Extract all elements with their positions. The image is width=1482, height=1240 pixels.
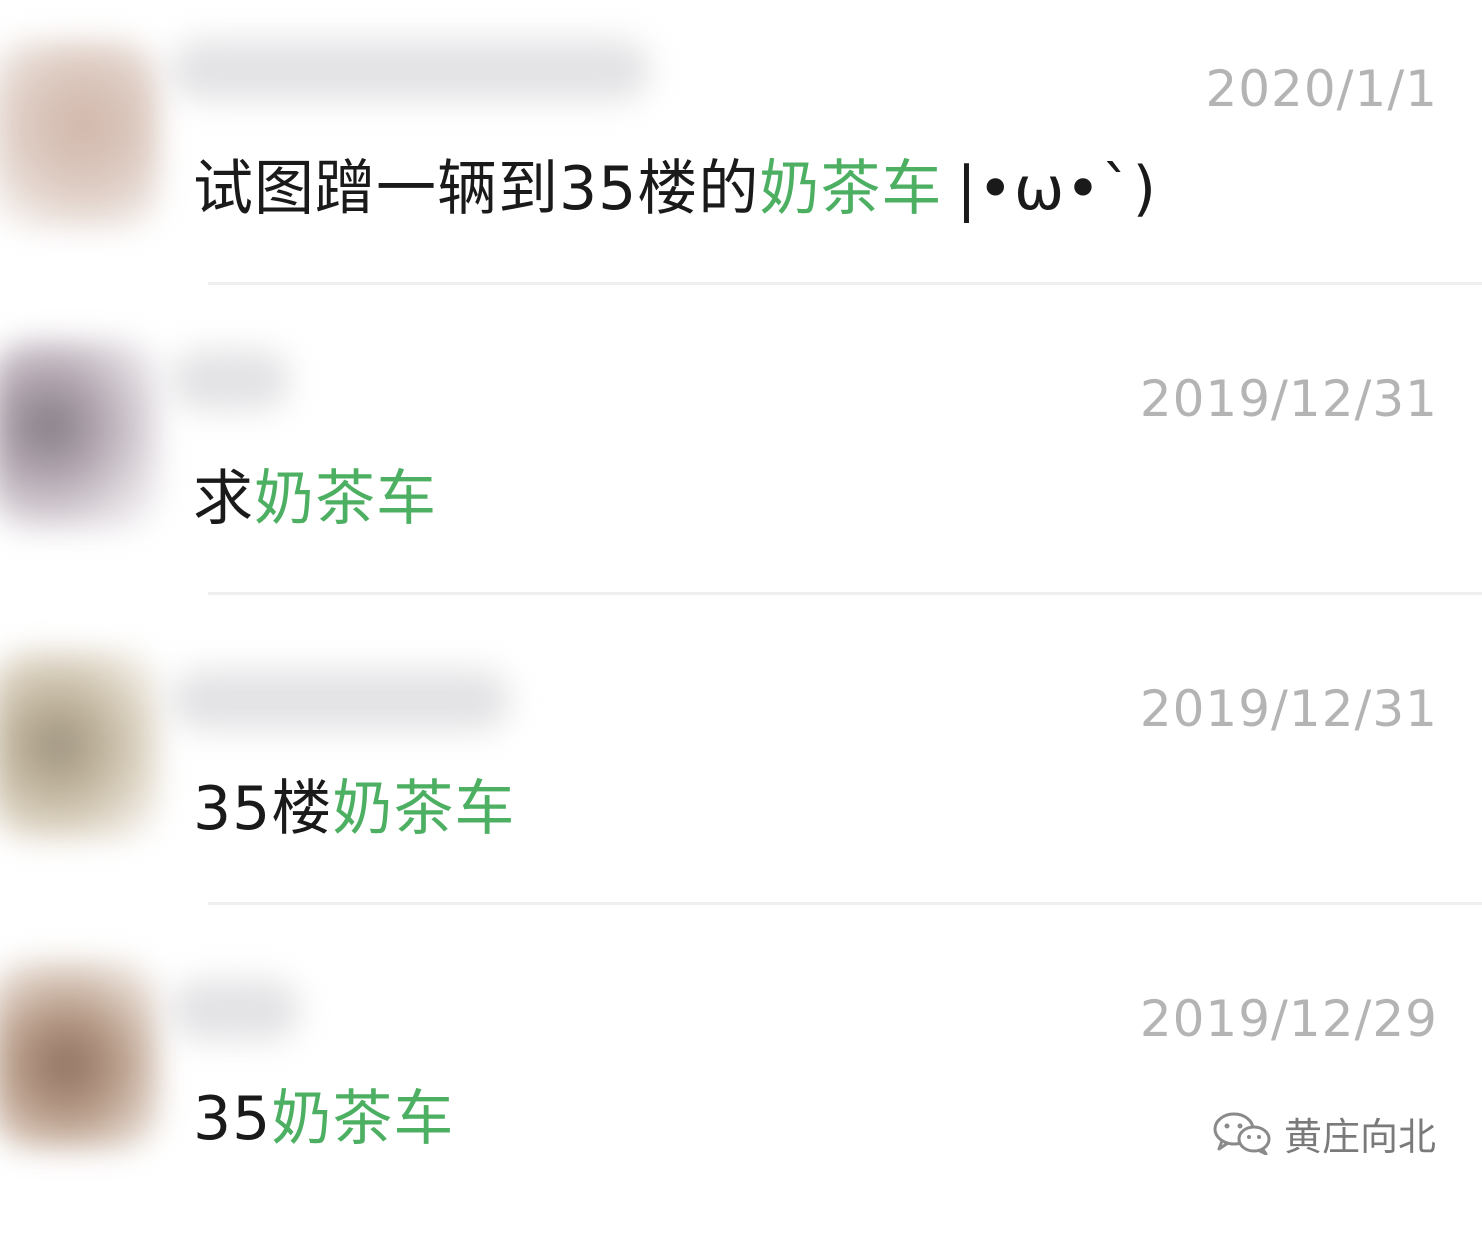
comment-text-suffix: |•ω•`) bbox=[956, 154, 1158, 224]
divider bbox=[208, 592, 1482, 595]
comment-date: 2019/12/29 bbox=[1139, 990, 1438, 1048]
comment-text-prefix: 求 bbox=[193, 464, 254, 534]
avatar[interactable] bbox=[0, 960, 160, 1150]
divider bbox=[208, 902, 1482, 905]
comment-item[interactable]: 2019/12/31 求奶茶车 bbox=[0, 310, 1482, 620]
divider bbox=[208, 282, 1482, 285]
comment-keyword: 奶茶车 bbox=[332, 774, 516, 844]
commenter-name-blurred[interactable] bbox=[170, 670, 510, 730]
comment-text: 求奶茶车 bbox=[193, 450, 437, 537]
avatar[interactable] bbox=[0, 340, 160, 530]
comment-text-prefix: 试图蹭一辆到35楼的 bbox=[193, 154, 760, 224]
commenter-name-blurred[interactable] bbox=[170, 40, 650, 100]
comment-text: 试图蹭一辆到35楼的奶茶车 |•ω•`) bbox=[193, 140, 1157, 227]
comment-keyword: 奶茶车 bbox=[759, 154, 943, 224]
comment-date: 2019/12/31 bbox=[1139, 680, 1438, 738]
comment-keyword: 奶茶车 bbox=[271, 1084, 455, 1154]
commenter-name-blurred[interactable] bbox=[170, 350, 290, 410]
comment-item[interactable]: 2020/1/1 试图蹭一辆到35楼的奶茶车 |•ω•`) bbox=[0, 0, 1482, 310]
comment-text-prefix: 35 bbox=[193, 1084, 272, 1154]
comment-date: 2020/1/1 bbox=[1205, 60, 1438, 118]
comment-item[interactable]: 2019/12/31 35楼奶茶车 bbox=[0, 620, 1482, 930]
comment-text: 35奶茶车 bbox=[193, 1070, 454, 1157]
comment-keyword: 奶茶车 bbox=[254, 464, 437, 534]
avatar[interactable] bbox=[0, 650, 160, 840]
watermark: 黄庄向北 bbox=[1212, 1108, 1436, 1159]
watermark-label: 黄庄向北 bbox=[1283, 1114, 1436, 1159]
commenter-name-blurred[interactable] bbox=[170, 980, 300, 1040]
comment-text-prefix: 35楼 bbox=[193, 774, 333, 844]
wechat-icon bbox=[1212, 1111, 1272, 1155]
comment-item[interactable]: 2019/12/29 35奶茶车 bbox=[0, 930, 1482, 1240]
comment-list: 2020/1/1 试图蹭一辆到35楼的奶茶车 |•ω•`) 2019/12/31 … bbox=[0, 0, 1482, 1199]
comment-date: 2019/12/31 bbox=[1139, 370, 1438, 428]
avatar[interactable] bbox=[0, 40, 160, 230]
comment-text: 35楼奶茶车 bbox=[193, 760, 515, 847]
